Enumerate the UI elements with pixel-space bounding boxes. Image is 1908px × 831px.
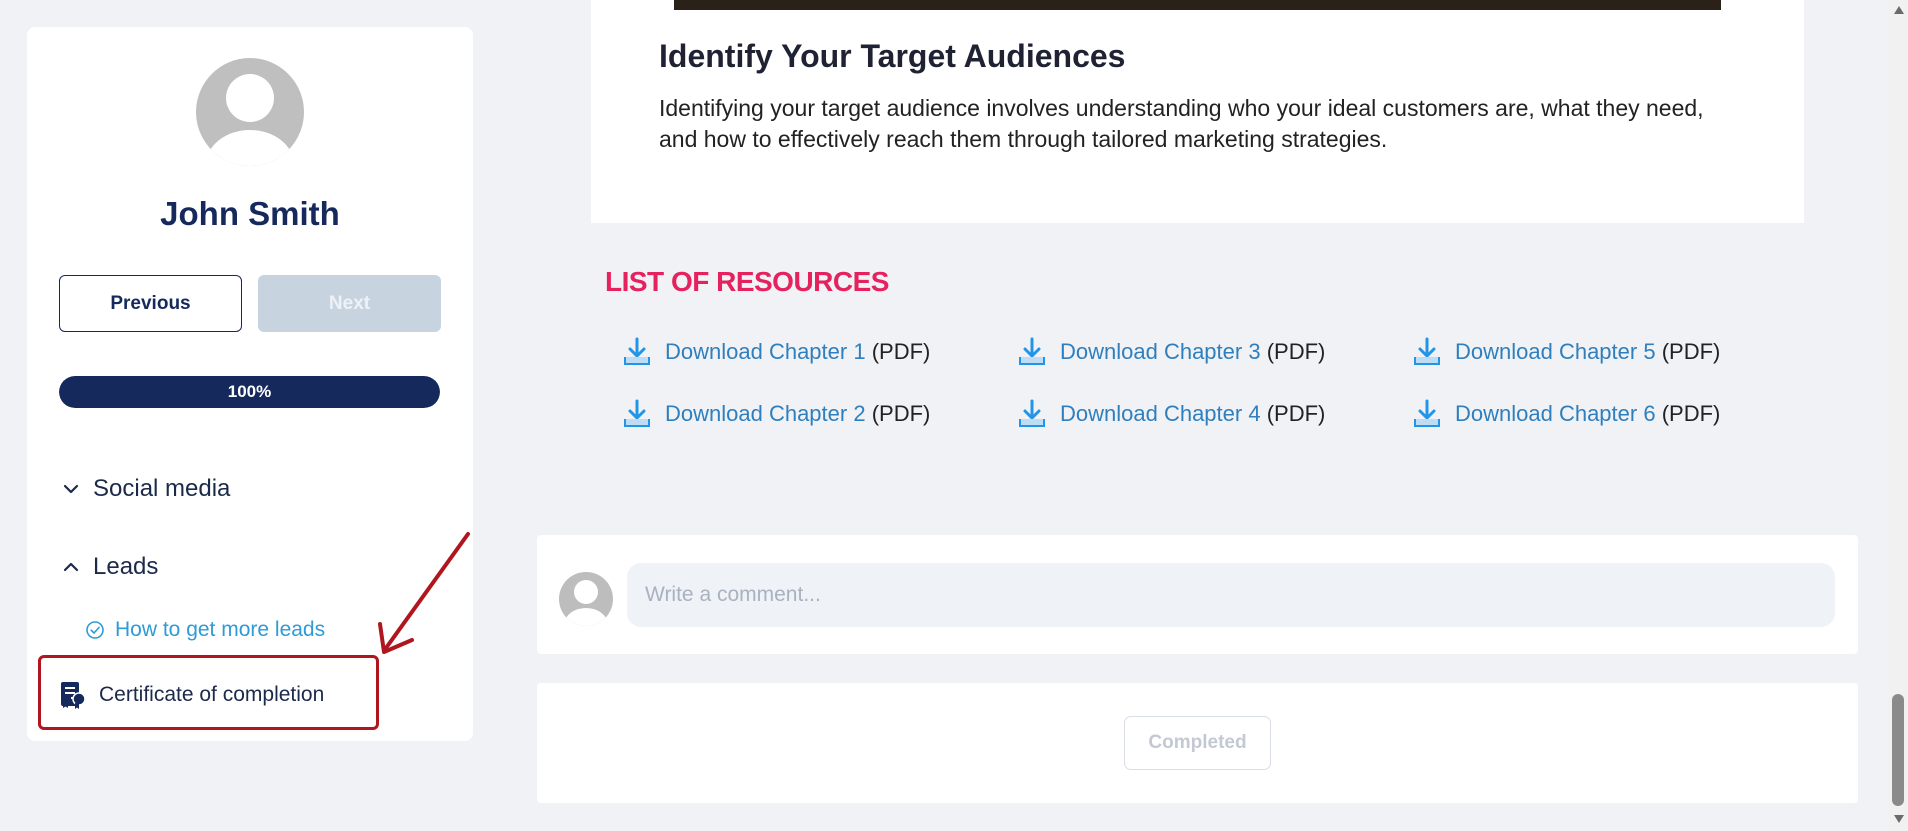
- lesson-image: [674, 0, 1721, 10]
- download-icon: [624, 337, 650, 365]
- article-title: Identify Your Target Audiences: [659, 38, 1126, 74]
- file-type: (PDF): [1661, 339, 1721, 364]
- file-type: (PDF): [1661, 401, 1721, 426]
- download-chapter-3[interactable]: Download Chapter 3 (PDF): [1018, 337, 1325, 367]
- download-icon: [1019, 399, 1045, 427]
- page: John Smith Previous Next 100% Social med…: [0, 0, 1908, 831]
- download-icon: [1414, 337, 1440, 365]
- section-title: Social media: [93, 475, 231, 502]
- scroll-down-arrow-icon[interactable]: [1894, 815, 1904, 823]
- download-chapter-6[interactable]: Download Chapter 6 (PDF): [1413, 399, 1720, 429]
- check-circle-icon: [86, 621, 104, 639]
- scroll-up-arrow-icon[interactable]: [1894, 6, 1904, 14]
- lesson-title: How to get more leads: [115, 618, 326, 641]
- download-chapter-1[interactable]: Download Chapter 1 (PDF): [623, 337, 930, 367]
- section-title: Leads: [93, 553, 159, 580]
- file-type: (PDF): [1266, 401, 1326, 426]
- user-avatar: [196, 58, 304, 166]
- file-type: (PDF): [871, 339, 931, 364]
- lesson-how-to-get-more-leads[interactable]: How to get more leads: [85, 618, 325, 642]
- progress-label: 100%: [59, 376, 440, 408]
- download-chapter-2[interactable]: Download Chapter 2 (PDF): [623, 399, 930, 429]
- page-scrollbar[interactable]: [1888, 0, 1908, 831]
- download-link[interactable]: Download Chapter 6: [1455, 401, 1656, 426]
- section-social-media[interactable]: Social media: [61, 475, 230, 503]
- resources-title: LIST OF RESOURCES: [605, 266, 889, 297]
- course-progress-bar: 100%: [59, 376, 440, 408]
- completed-button[interactable]: Completed: [1124, 716, 1271, 770]
- download-link[interactable]: Download Chapter 2: [665, 401, 866, 426]
- annotation-arrow-icon: [378, 532, 470, 654]
- certificate-label: Certificate of completion: [99, 683, 325, 706]
- download-link[interactable]: Download Chapter 5: [1455, 339, 1656, 364]
- commenter-avatar: [559, 572, 613, 626]
- chevron-up-icon: [63, 562, 79, 572]
- download-link[interactable]: Download Chapter 3: [1060, 339, 1261, 364]
- certificate-of-completion-link[interactable]: Certificate of completion: [57, 680, 324, 710]
- download-link[interactable]: Download Chapter 1: [665, 339, 866, 364]
- download-chapter-4[interactable]: Download Chapter 4 (PDF): [1018, 399, 1325, 429]
- article-text: Identifying your target audience involve…: [659, 95, 1704, 152]
- section-leads[interactable]: Leads: [61, 553, 158, 581]
- comment-input[interactable]: [627, 563, 1835, 627]
- download-icon: [1414, 399, 1440, 427]
- file-type: (PDF): [1266, 339, 1326, 364]
- chevron-down-icon: [63, 484, 79, 494]
- download-icon: [1019, 337, 1045, 365]
- user-name: John Smith: [160, 195, 340, 232]
- file-type: (PDF): [871, 401, 931, 426]
- download-icon: [624, 399, 650, 427]
- certificate-icon: [61, 682, 86, 709]
- download-link[interactable]: Download Chapter 4: [1060, 401, 1261, 426]
- next-button[interactable]: Next: [258, 275, 441, 332]
- scrollbar-thumb[interactable]: [1892, 694, 1904, 806]
- previous-button[interactable]: Previous: [59, 275, 242, 332]
- download-chapter-5[interactable]: Download Chapter 5 (PDF): [1413, 337, 1720, 367]
